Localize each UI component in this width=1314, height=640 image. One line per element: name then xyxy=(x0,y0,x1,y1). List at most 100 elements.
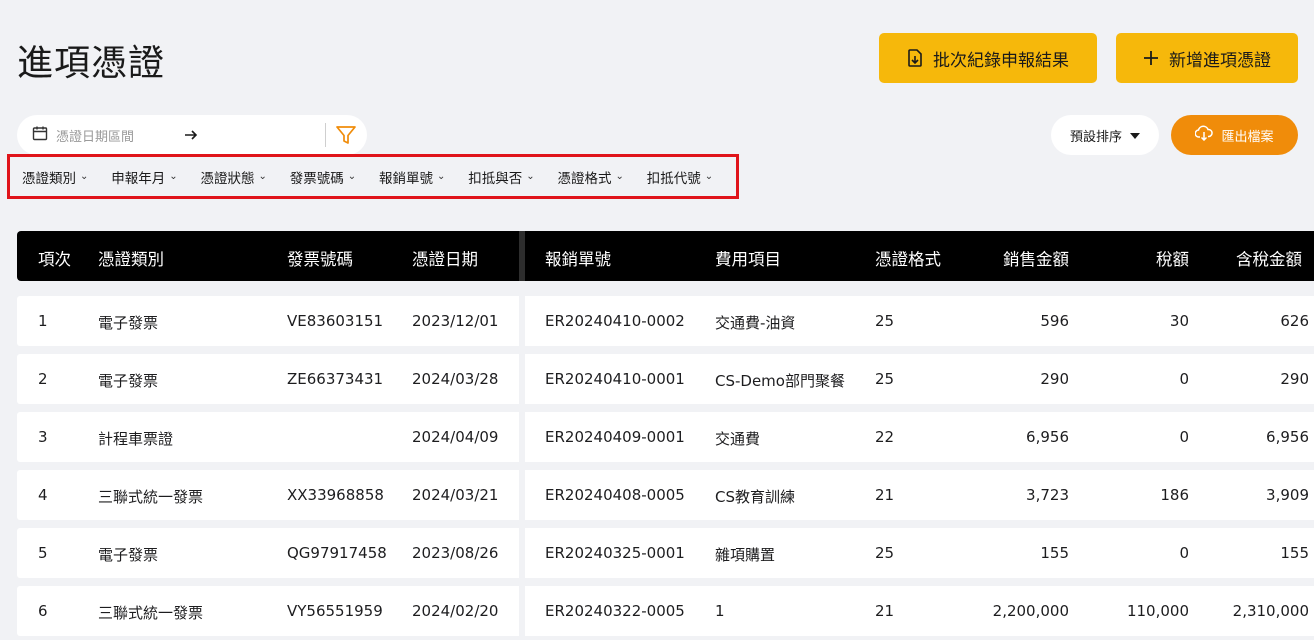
table-row[interactable]: 2 電子發票 ZE66373431 2024/03/28 ER20240410-0001… xyxy=(17,354,1314,404)
cell-voucher-type: 三聯式統一發票 xyxy=(98,488,204,506)
header-total-amount[interactable]: 含稅金額 xyxy=(1236,246,1302,270)
cell-sales-amount: 155 xyxy=(1040,544,1069,562)
cell-voucher-format: 25 xyxy=(875,370,895,388)
cell-voucher-date: 2024/03/21 xyxy=(412,486,499,504)
cell-invoice-number: VE83603151 xyxy=(287,312,384,330)
batch-record-label: 批次紀錄申報結果 xyxy=(933,50,1069,71)
table-row[interactable]: 4 三聯式統一發票 XX33968858 2024/03/21 ER20240408-0… xyxy=(17,470,1314,520)
plus-icon xyxy=(1143,50,1159,66)
header-voucher-type[interactable]: 憑證類別 xyxy=(98,246,164,270)
table-row[interactable]: 1 電子發票 VE83603151 2023/12/01 ER20240410-0002… xyxy=(17,296,1314,346)
filter-icon[interactable] xyxy=(335,124,357,150)
cell-tax: 110,000 xyxy=(1126,602,1189,620)
cell-voucher-date: 2024/03/28 xyxy=(412,370,499,388)
filter-voucher-status[interactable]: 憑證狀態 ⌄ xyxy=(201,167,290,187)
cell-expense-item: 交通費 xyxy=(715,430,761,448)
filter-expense-number[interactable]: 報銷單號 ⌄ xyxy=(379,167,468,187)
chevron-down-icon: ⌄ xyxy=(704,171,714,182)
cell-voucher-date: 2023/08/26 xyxy=(412,544,499,562)
cell-voucher-type: 三聯式統一發票 xyxy=(98,604,204,622)
filter-label: 扣抵代號 xyxy=(646,170,701,187)
header-voucher-format[interactable]: 憑證格式 xyxy=(875,246,941,270)
table-row[interactable]: 3 計程車票證 2024/04/09 ER20240409-0001 交通費 22 6,95… xyxy=(17,412,1314,462)
chevron-down-icon: ⌄ xyxy=(80,171,89,182)
header-expense-number[interactable]: 報銷單號 xyxy=(545,246,611,270)
column-divider[interactable] xyxy=(519,231,525,281)
export-button[interactable]: 匯出檔案 xyxy=(1171,115,1298,155)
header-index[interactable]: 項次 xyxy=(38,246,71,270)
sort-dropdown[interactable]: 預設排序 xyxy=(1051,115,1159,155)
page-title: 進項憑證 xyxy=(17,43,166,84)
filter-label: 憑證格式 xyxy=(557,170,612,187)
cell-invoice-number: QG97917458 xyxy=(287,544,387,562)
caret-down-icon xyxy=(1130,128,1140,143)
add-voucher-label: 新增進項憑證 xyxy=(1169,50,1271,71)
cell-sales-amount: 2,200,000 xyxy=(992,602,1069,620)
cell-expense-number: ER20240325-0001 xyxy=(545,544,685,562)
cell-total-amount: 155 xyxy=(1280,544,1309,562)
cell-total-amount: 626 xyxy=(1280,312,1309,330)
chevron-down-icon: ⌄ xyxy=(526,171,535,182)
filter-deduction-code[interactable]: 扣抵代號 ⌄ xyxy=(647,167,736,187)
chevron-down-icon: ⌄ xyxy=(258,171,267,182)
cell-invoice-number: VY56551959 xyxy=(287,602,383,620)
cell-voucher-format: 25 xyxy=(875,312,895,330)
cell-expense-item: 雜項購置 xyxy=(715,546,776,564)
cell-index: 5 xyxy=(38,544,48,562)
cell-expense-number: ER20240410-0001 xyxy=(545,370,685,388)
cell-invoice-number: ZE66373431 xyxy=(287,370,384,388)
cell-index: 1 xyxy=(38,312,48,330)
cell-voucher-format: 25 xyxy=(875,544,895,562)
filter-bar: 憑證類別 ⌄ 申報年月 ⌄ 憑證狀態 ⌄ 發票號碼 ⌄ 報銷單號 ⌄ 扣抵與否 ⌄ 憑證格式… xyxy=(7,154,739,199)
cell-voucher-type: 電子發票 xyxy=(98,546,159,564)
header-tax[interactable]: 稅額 xyxy=(1156,246,1189,270)
cell-expense-item: 交通費-油資 xyxy=(715,314,796,332)
cell-index: 4 xyxy=(38,486,48,504)
filter-label: 發票號碼 xyxy=(289,170,344,187)
cell-expense-number: ER20240409-0001 xyxy=(545,428,685,446)
cell-index: 6 xyxy=(38,602,48,620)
table-row[interactable]: 5 電子發票 QG97917458 2023/08/26 ER20240325-0001… xyxy=(17,528,1314,578)
filter-voucher-type[interactable]: 憑證類別 ⌄ xyxy=(22,167,111,187)
cell-tax: 0 xyxy=(1179,370,1189,388)
cell-voucher-format: 21 xyxy=(875,486,895,504)
arrow-right-icon xyxy=(184,126,198,145)
cell-expense-item: CS教育訓練 xyxy=(715,488,795,506)
cell-expense-number: ER20240410-0002 xyxy=(545,312,685,330)
filter-deductible[interactable]: 扣抵與否 ⌄ xyxy=(468,167,557,187)
date-range-picker[interactable]: 憑證日期區間 xyxy=(17,115,367,155)
cell-sales-amount: 290 xyxy=(1040,370,1069,388)
cell-sales-amount: 6,956 xyxy=(1026,428,1069,446)
cell-tax: 0 xyxy=(1179,544,1189,562)
batch-record-button[interactable]: 批次紀錄申報結果 xyxy=(879,33,1097,83)
cell-tax: 186 xyxy=(1160,486,1189,504)
cell-voucher-date: 2023/12/01 xyxy=(412,312,499,330)
date-range-placeholder[interactable]: 憑證日期區間 xyxy=(56,126,176,145)
cell-sales-amount: 596 xyxy=(1040,312,1069,330)
cell-expense-item: 1 xyxy=(715,602,725,620)
cell-voucher-date: 2024/04/09 xyxy=(412,428,499,446)
header-expense-item[interactable]: 費用項目 xyxy=(715,246,781,270)
header-voucher-date[interactable]: 憑證日期 xyxy=(412,246,478,270)
table-row[interactable]: 6 三聯式統一發票 VY56551959 2024/02/20 ER20240322-0… xyxy=(17,586,1314,636)
cell-total-amount: 6,956 xyxy=(1266,428,1309,446)
chevron-down-icon: ⌄ xyxy=(347,171,357,182)
filter-label: 憑證類別 xyxy=(22,170,76,187)
header-sales-amount[interactable]: 銷售金額 xyxy=(1003,246,1069,270)
filter-voucher-format[interactable]: 憑證格式 ⌄ xyxy=(558,167,647,187)
cell-total-amount: 290 xyxy=(1280,370,1309,388)
cell-voucher-format: 22 xyxy=(875,428,895,446)
document-report-icon xyxy=(907,49,923,67)
table-header: 項次 憑證類別 發票號碼 憑證日期 報銷單號 費用項目 憑證格式 銷售金額 稅額… xyxy=(17,231,1314,281)
header-invoice-number[interactable]: 發票號碼 xyxy=(287,246,353,270)
filter-report-month[interactable]: 申報年月 ⌄ xyxy=(111,167,200,187)
add-voucher-button[interactable]: 新增進項憑證 xyxy=(1116,33,1298,83)
cell-expense-number: ER20240322-0005 xyxy=(545,602,685,620)
chevron-down-icon: ⌄ xyxy=(169,171,178,182)
chevron-down-icon: ⌄ xyxy=(615,171,624,182)
cell-voucher-type: 電子發票 xyxy=(98,314,159,332)
filter-invoice-number[interactable]: 發票號碼 ⌄ xyxy=(290,167,379,187)
cell-expense-item: CS-Demo部門聚餐 xyxy=(715,372,845,390)
filter-label: 申報年月 xyxy=(111,170,166,187)
cell-voucher-format: 21 xyxy=(875,602,895,620)
